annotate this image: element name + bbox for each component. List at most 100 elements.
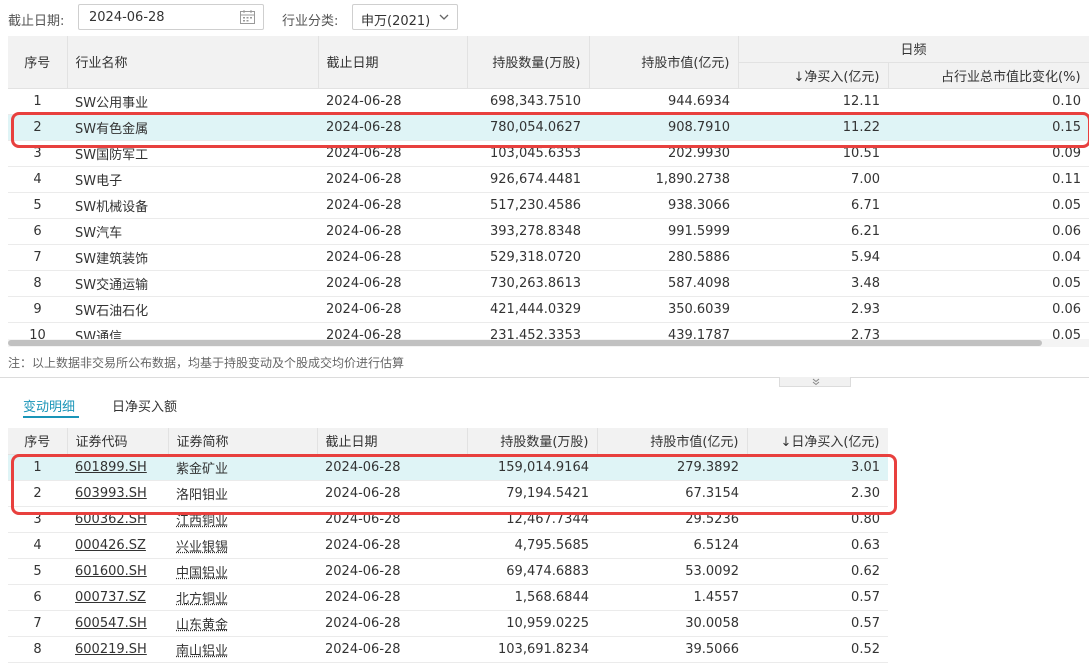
cell-net-buy: 0.63 bbox=[747, 532, 888, 558]
active-tab-indicator bbox=[23, 416, 79, 418]
table-row[interactable]: 3 600362.SH 江西铜业 2024-06-28 12,467.7344 … bbox=[8, 506, 888, 532]
cell-market-value: 29.5236 bbox=[597, 506, 747, 532]
cell-seq: 6 bbox=[8, 218, 67, 244]
table-row-selected[interactable]: 1 601899.SH 紫金矿业 2024-06-28 159,014.9164… bbox=[8, 454, 888, 480]
cell-market-value: 1,890.2738 bbox=[589, 166, 738, 192]
header-end-date[interactable]: 截止日期 bbox=[317, 428, 467, 454]
security-code-link[interactable]: 601600.SH bbox=[75, 564, 147, 579]
cell-shares: 529,318.0720 bbox=[467, 244, 589, 270]
header-seq[interactable]: 序号 bbox=[8, 36, 67, 88]
header-net-buy[interactable]: ↓净买入(亿元) bbox=[738, 62, 888, 88]
header-end-date[interactable]: 截止日期 bbox=[318, 36, 467, 88]
security-code-link[interactable]: 601899.SH bbox=[75, 460, 147, 475]
header-market-value[interactable]: 持股市值(亿元) bbox=[589, 36, 738, 88]
cell-market-value: 938.3066 bbox=[589, 192, 738, 218]
panel-divider bbox=[0, 377, 1089, 378]
cell-market-value: 6.5124 bbox=[597, 532, 747, 558]
cell-seq: 2 bbox=[8, 480, 67, 506]
header-code[interactable]: 证券代码 bbox=[67, 428, 168, 454]
security-code-link[interactable]: 600547.SH bbox=[75, 616, 147, 631]
cell-date: 2024-06-28 bbox=[318, 244, 467, 270]
header-seq[interactable]: 序号 bbox=[8, 428, 67, 454]
table-row[interactable]: 1 SW公用事业 2024-06-28 698,343.7510 944.693… bbox=[8, 88, 1089, 114]
cell-security-name[interactable]: 北方铜业 bbox=[176, 592, 228, 607]
cell-seq: 10 bbox=[8, 322, 67, 339]
security-code-link[interactable]: 600362.SH bbox=[75, 512, 147, 527]
cell-industry-name: SW通信 bbox=[67, 322, 318, 339]
cell-date: 2024-06-28 bbox=[317, 532, 467, 558]
table-row[interactable]: 6 000737.SZ 北方铜业 2024-06-28 1,568.6844 1… bbox=[8, 584, 888, 610]
cell-pct-change: 0.09 bbox=[888, 140, 1089, 166]
header-shares[interactable]: 持股数量(万股) bbox=[467, 428, 597, 454]
cell-market-value: 279.3892 bbox=[597, 454, 747, 480]
header-shares[interactable]: 持股数量(万股) bbox=[467, 36, 589, 88]
table-row[interactable]: 8 SW交通运输 2024-06-28 730,263.8613 587.409… bbox=[8, 270, 1089, 296]
table-row-selected[interactable]: 2 SW有色金属 2024-06-28 780,054.0627 908.791… bbox=[8, 114, 1089, 140]
cell-market-value: 439.1787 bbox=[589, 322, 738, 339]
table-row[interactable]: 10 SW通信 2024-06-28 231,452.3353 439.1787… bbox=[8, 322, 1089, 339]
table-row[interactable]: 7 600547.SH 山东黄金 2024-06-28 10,959.0225 … bbox=[8, 610, 888, 636]
cell-net-buy: 7.00 bbox=[738, 166, 888, 192]
cell-market-value: 53.0092 bbox=[597, 558, 747, 584]
horizontal-scrollbar[interactable] bbox=[8, 339, 1089, 347]
table-row[interactable]: 3 SW国防军工 2024-06-28 103,045.6353 202.993… bbox=[8, 140, 1089, 166]
cell-net-buy: 6.71 bbox=[738, 192, 888, 218]
table-row[interactable]: 2 603993.SH 洛阳钼业 2024-06-28 79,194.5421 … bbox=[8, 480, 888, 506]
header-pct-change[interactable]: 占行业总市值比变化(%) bbox=[888, 62, 1089, 88]
cell-shares: 393,278.8348 bbox=[467, 218, 589, 244]
security-code-link[interactable]: 600219.SH bbox=[75, 642, 147, 657]
cell-pct-change: 0.05 bbox=[888, 270, 1089, 296]
cell-date: 2024-06-28 bbox=[318, 322, 467, 339]
cell-shares: 12,467.7344 bbox=[467, 506, 597, 532]
date-picker-input[interactable]: 2024-06-28 bbox=[78, 4, 264, 30]
table-row[interactable]: 7 SW建筑装饰 2024-06-28 529,318.0720 280.588… bbox=[8, 244, 1089, 270]
cell-net-buy: 10.51 bbox=[738, 140, 888, 166]
industry-table-container: 序号 行业名称 截止日期 持股数量(万股) 持股市值(亿元) 日频 ↓净买入(亿… bbox=[8, 36, 1089, 339]
cell-date: 2024-06-28 bbox=[318, 114, 467, 140]
cell-seq: 4 bbox=[8, 166, 67, 192]
header-short-name[interactable]: 证券简称 bbox=[168, 428, 317, 454]
cell-security-name[interactable]: 江西铜业 bbox=[176, 514, 228, 529]
table-row[interactable]: 4 000426.SZ 兴业银锡 2024-06-28 4,795.5685 6… bbox=[8, 532, 888, 558]
table-row[interactable]: 4 SW电子 2024-06-28 926,674.4481 1,890.273… bbox=[8, 166, 1089, 192]
cell-industry-name: SW有色金属 bbox=[67, 114, 318, 140]
header-market-value[interactable]: 持股市值(亿元) bbox=[597, 428, 747, 454]
cell-market-value: 39.5066 bbox=[597, 636, 747, 662]
collapse-handle[interactable] bbox=[779, 377, 851, 387]
cell-net-buy: 3.48 bbox=[738, 270, 888, 296]
cell-security-name[interactable]: 中国铝业 bbox=[176, 566, 228, 581]
date-value: 2024-06-28 bbox=[89, 10, 165, 25]
tab-change-detail[interactable]: 变动明细 bbox=[23, 396, 75, 415]
table-row[interactable]: 6 SW汽车 2024-06-28 393,278.8348 991.5999 … bbox=[8, 218, 1089, 244]
cell-security-name[interactable]: 山东黄金 bbox=[176, 618, 228, 633]
category-select[interactable]: 申万(2021) bbox=[352, 4, 458, 30]
cell-shares: 730,263.8613 bbox=[467, 270, 589, 296]
table-row[interactable]: 8 600219.SH 南山铝业 2024-06-28 103,691.8234… bbox=[8, 636, 888, 662]
cell-net-buy: 5.94 bbox=[738, 244, 888, 270]
category-label: 行业分类: bbox=[282, 10, 338, 29]
table-row[interactable]: 5 601600.SH 中国铝业 2024-06-28 69,474.6883 … bbox=[8, 558, 888, 584]
cell-industry-name: SW公用事业 bbox=[67, 88, 318, 114]
table-row[interactable]: 5 SW机械设备 2024-06-28 517,230.4586 938.306… bbox=[8, 192, 1089, 218]
date-label: 截止日期: bbox=[8, 10, 64, 29]
header-industry-name[interactable]: 行业名称 bbox=[67, 36, 318, 88]
cell-security-name[interactable]: 兴业银锡 bbox=[176, 540, 228, 555]
scrollbar-thumb[interactable] bbox=[8, 340, 1042, 346]
cell-shares: 69,474.6883 bbox=[467, 558, 597, 584]
detail-table-container: 序号 证券代码 证券简称 截止日期 持股数量(万股) 持股市值(亿元) ↓日净买… bbox=[8, 428, 888, 666]
security-code-link[interactable]: 000737.SZ bbox=[75, 590, 146, 605]
filter-bar: 截止日期: 2024-06-28 行业分类: 申万(2021) bbox=[0, 0, 1089, 36]
table-row[interactable]: 9 SW石油石化 2024-06-28 421,444.0329 350.603… bbox=[8, 296, 1089, 322]
cell-date: 2024-06-28 bbox=[318, 88, 467, 114]
tab-daily-net-buy[interactable]: 日净买入额 bbox=[112, 396, 177, 415]
cell-net-buy: 0.57 bbox=[747, 610, 888, 636]
security-code-link[interactable]: 603993.SH bbox=[75, 486, 147, 501]
cell-industry-name: SW电子 bbox=[67, 166, 318, 192]
calendar-icon[interactable] bbox=[240, 10, 255, 24]
cell-shares: 231,452.3353 bbox=[467, 322, 589, 339]
cell-security-name[interactable]: 南山铝业 bbox=[176, 644, 228, 659]
cell-industry-name: SW国防军工 bbox=[67, 140, 318, 166]
header-daily-net-buy[interactable]: ↓日净买入(亿元) bbox=[747, 428, 888, 454]
cell-net-buy: 0.57 bbox=[747, 584, 888, 610]
security-code-link[interactable]: 000426.SZ bbox=[75, 538, 146, 553]
